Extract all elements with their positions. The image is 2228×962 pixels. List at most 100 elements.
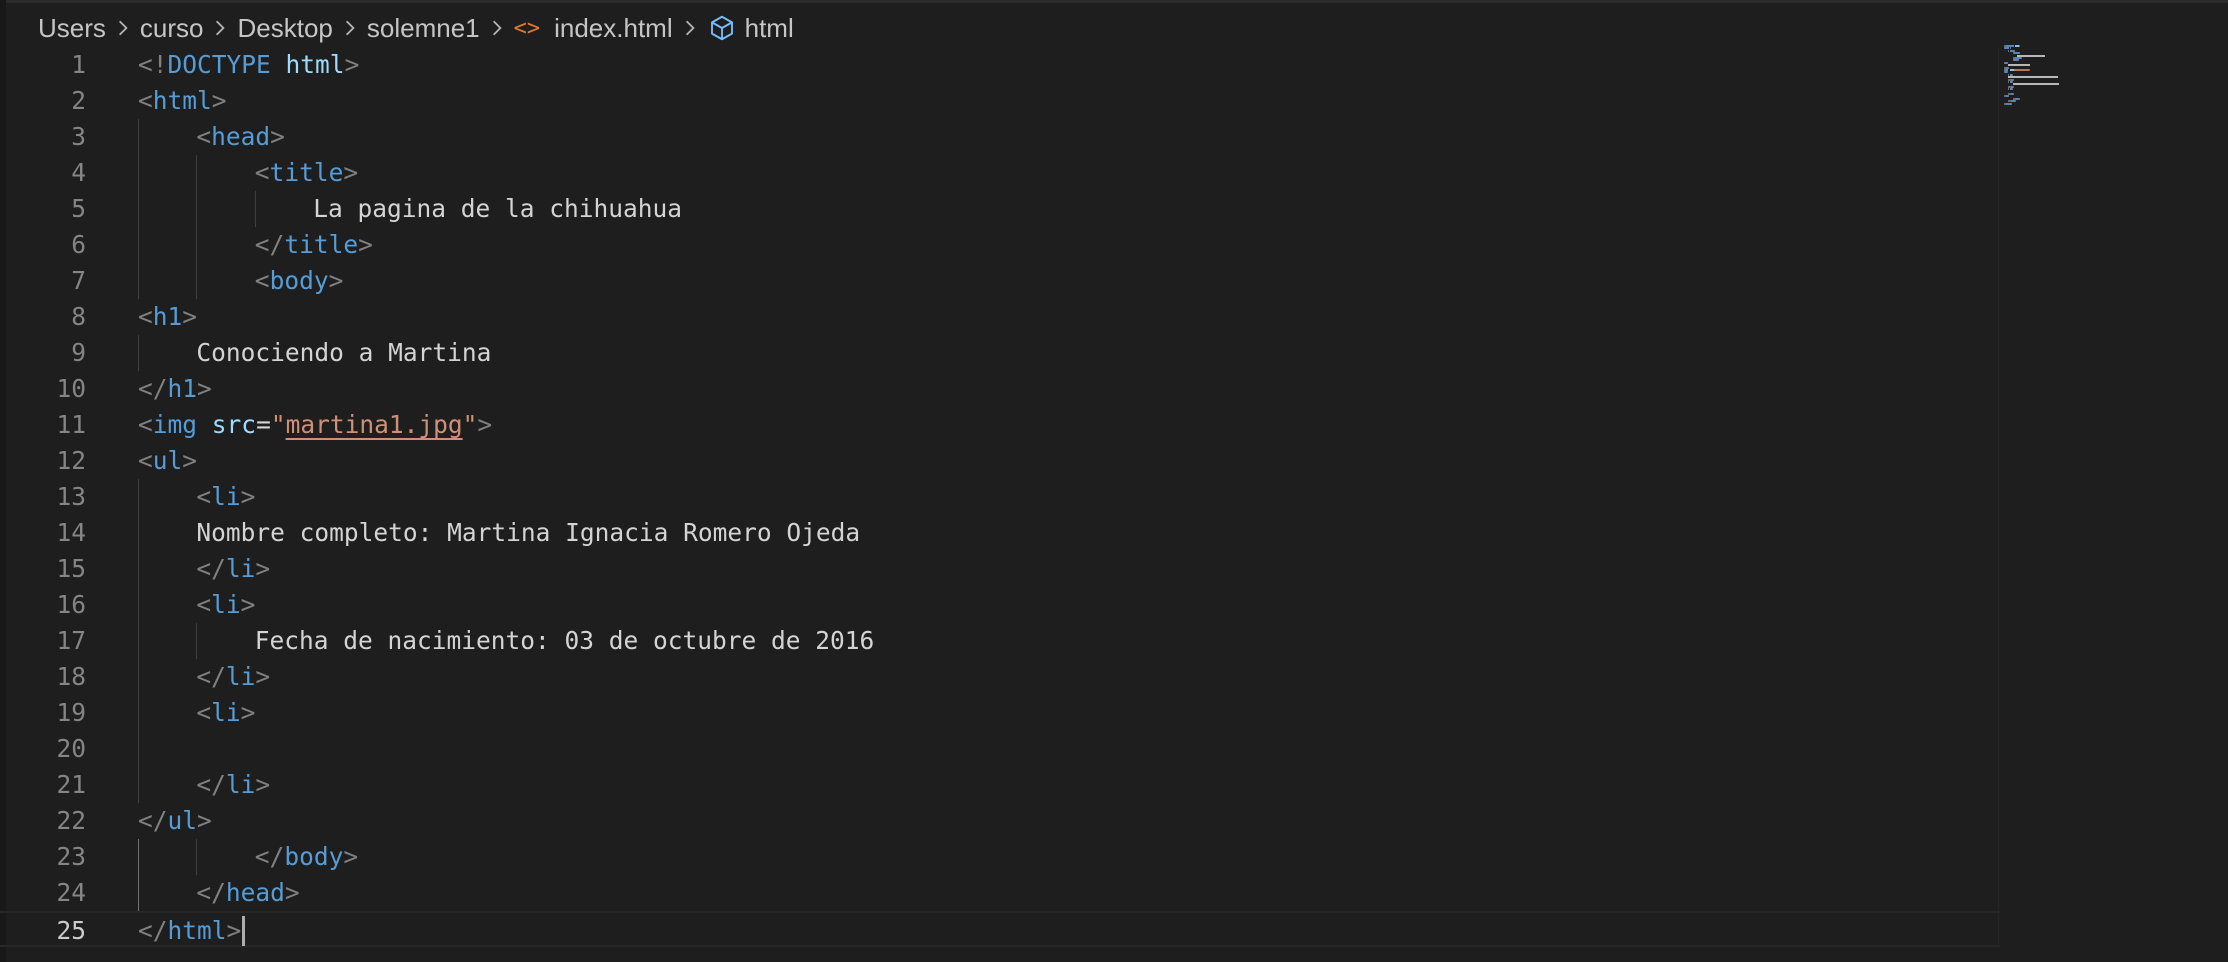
indent-guide [138,587,139,623]
code-text: </h1> [138,371,212,407]
token-punc: </ [196,878,226,907]
code-line[interactable]: 10 </h1> [0,371,2000,407]
code-text: <li> [196,479,255,515]
code-line[interactable]: 21 </li> [0,767,2000,803]
line-number: 20 [56,734,86,763]
token-punc: > [182,302,198,331]
token-punc: </ [196,770,226,799]
minimap-token [2012,83,2059,86]
code-line[interactable]: 16 <li> [0,587,2000,623]
code-line[interactable]: 24 </head> [0,875,2000,911]
line-number: 19 [56,698,86,727]
code-line[interactable]: 22 </ul> [0,803,2000,839]
token-punc: > [343,158,359,187]
code-line[interactable]: 1 <!DOCTYPE html> [0,47,2000,83]
token-punc: </ [138,916,168,945]
line-number: 18 [56,662,86,691]
code-line[interactable]: 2 <html> [0,83,2000,119]
code-text: <!DOCTYPE html> [138,47,359,83]
code-line[interactable]: 19 <li> [0,695,2000,731]
token-tag: li [211,698,241,727]
code-line[interactable]: 4 <title> [0,155,2000,191]
code-line[interactable]: 7 <body> [0,263,2000,299]
symbol-element-icon [707,13,737,43]
code-text: <ul> [138,443,197,479]
breadcrumb-item-index-html[interactable]: index.html [554,13,673,44]
token-punc: < [138,446,153,475]
code-line[interactable]: 17 Fecha de nacimiento: 03 de octubre de … [0,623,2000,659]
code-line[interactable]: 9 Conociendo a Martina [0,335,2000,371]
code-text: </ul> [138,803,212,839]
token-punc: < [254,266,270,295]
token-tag: ul [152,446,183,475]
line-number: 3 [71,122,86,151]
indent-guide [254,191,256,227]
token-tag: img [152,410,198,439]
code-line[interactable]: 14 Nombre completo: Martina Ignacia Romer… [0,515,2000,551]
breadcrumb: Users curso Desktop solemne1 <> index.ht… [38,10,794,46]
indent-guide [138,767,139,803]
code-text: </li> [196,767,270,803]
breadcrumb-item-users[interactable]: Users [38,13,106,44]
line-number: 5 [71,194,86,223]
token-tag: li [225,554,256,583]
html-file-icon: <> [513,15,541,41]
code-text: <title> [255,155,358,191]
token-punc: > [240,590,256,619]
line-number: 9 [71,338,86,367]
minimap-token [2020,57,2022,59]
minimap-token [2015,100,2017,103]
minimap-token [2012,78,2014,81]
tab-bar-edge [0,0,2228,3]
token-punc: < [196,122,212,151]
code-text: <h1> [138,299,197,335]
indent-guide [138,191,139,227]
indent-guide [138,659,139,695]
minimap-token [2011,88,2013,91]
code-line[interactable]: 8 <h1> [0,299,2000,335]
breadcrumb-item-curso[interactable]: curso [140,13,204,44]
indent-guide [196,263,198,299]
line-number: 22 [56,806,86,835]
code-line[interactable]: 13 <li> [0,479,2000,515]
text-cursor [242,916,246,946]
line-number: 17 [56,626,86,655]
code-line[interactable]: 3 <head> [0,119,2000,155]
token-punc: </ [254,842,285,871]
code-line[interactable]: 15 </li> [0,551,2000,587]
indent-guide [138,155,139,191]
code-line[interactable]: 23 </body> [0,839,2000,875]
indent-guide [138,695,139,731]
token-txt: = [256,410,271,439]
breadcrumb-item-desktop[interactable]: Desktop [237,13,332,44]
token-txt: Nombre completo: Martina Ignacia Romero … [196,518,861,547]
code-editor[interactable]: 1 <!DOCTYPE html> 2 <html> 3 < head > 4 <title> 5 L… [0,47,2000,947]
token-punc: > [240,482,256,511]
code-line[interactable]: 25 </html> [0,911,2000,947]
code-line[interactable]: 11 <img src="martina1.jpg"> [0,407,2000,443]
indent-guide [138,731,139,767]
code-line[interactable]: 18 </li> [0,659,2000,695]
code-line[interactable]: 20 [0,731,2000,767]
minimap-token [2018,59,2020,62]
token-punc: </ [196,554,226,583]
breadcrumb-item-solemne1[interactable]: solemne1 [367,13,480,44]
line-number: 15 [56,554,86,583]
indent-guide [138,335,139,371]
token-punc: > [226,916,242,945]
code-line[interactable]: 12 <ul> [0,443,2000,479]
indent-guide [196,191,198,227]
breadcrumb-item-html-symbol[interactable]: html [745,13,794,44]
code-text: Fecha de nacimiento: 03 de octubre de 20… [255,623,875,659]
code-line[interactable]: 5 La pagina de la chihuahua [0,191,2000,227]
token-punc: > [477,410,493,439]
token-str: " [462,410,478,439]
indent-guide [196,155,198,191]
code-line[interactable]: 6 </title> [0,227,2000,263]
token-tag: head [225,878,285,907]
minimap[interactable] [2004,45,2114,155]
token-strlink[interactable]: martina1.jpg [286,410,463,439]
line-number: 24 [56,878,86,907]
minimap-token [2008,64,2031,67]
